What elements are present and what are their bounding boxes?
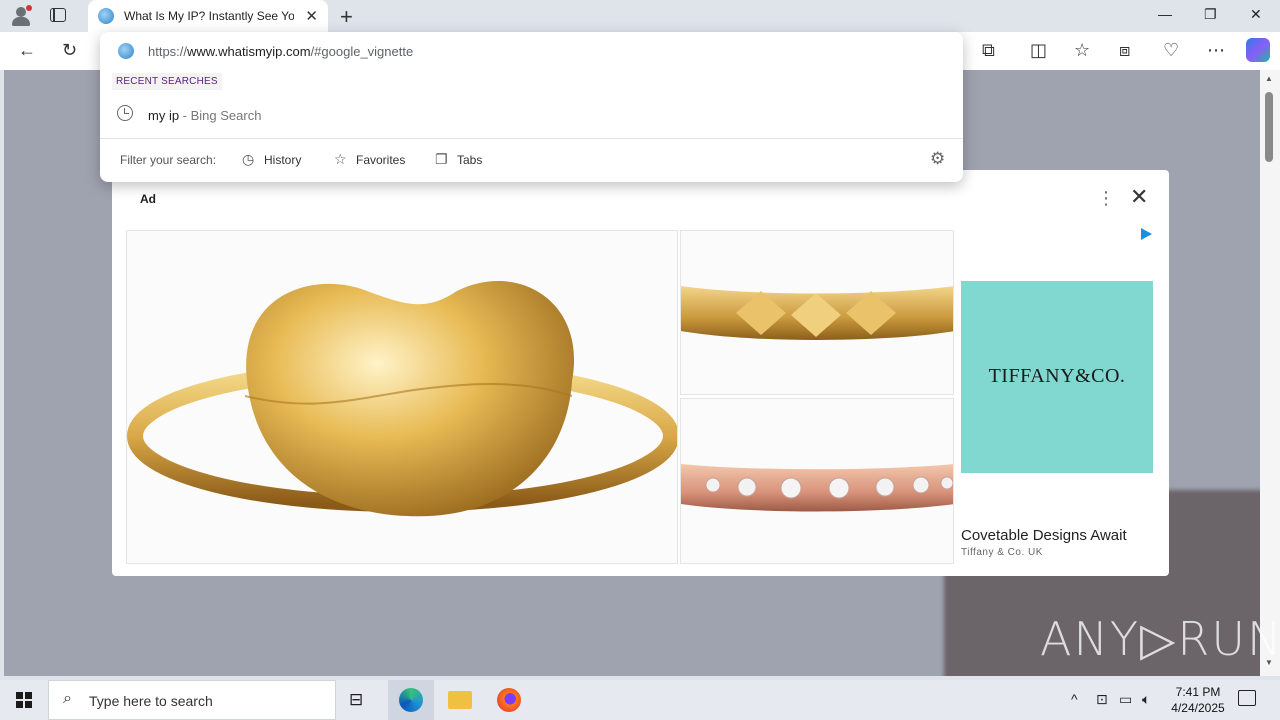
ad-label: Ad xyxy=(140,192,156,206)
clock-time: 7:41 PM xyxy=(1175,685,1221,699)
profile-avatar-icon[interactable] xyxy=(10,5,32,27)
site-favicon-icon xyxy=(98,8,114,24)
ad-headline[interactable]: Covetable Designs Await xyxy=(961,527,1127,544)
browser-tab-active[interactable]: What Is My IP? Instantly See Your ✕ xyxy=(88,0,328,32)
taskbar-search-placeholder: Type here to search xyxy=(89,693,213,709)
reload-button[interactable]: ↻ xyxy=(62,40,77,61)
network-icon[interactable]: ▭ xyxy=(1119,691,1132,708)
tab-title: What Is My IP? Instantly See Your xyxy=(124,9,294,23)
filter-favorites-button[interactable]: ☆ Favorites xyxy=(334,151,405,168)
copilot-icon[interactable] xyxy=(1246,38,1270,62)
ad-vignette-dialog: Ad ⋮ ✕ TIFFANY&CO. Covetable Designs Awa… xyxy=(112,170,1169,576)
clock-date: 4/24/2025 xyxy=(1171,701,1225,715)
more-icon[interactable]: ⋯ xyxy=(1207,40,1225,61)
tab-close-icon[interactable]: ✕ xyxy=(305,7,318,25)
back-button[interactable]: ← xyxy=(18,40,36,61)
ad-close-icon[interactable]: ✕ xyxy=(1130,184,1148,210)
file-explorer-icon[interactable] xyxy=(448,691,472,709)
notifications-icon[interactable] xyxy=(1238,690,1256,706)
minimize-button[interactable]: — xyxy=(1158,6,1172,22)
title-bar: What Is My IP? Instantly See Your ✕ + — … xyxy=(0,0,1280,32)
ad-advertiser[interactable]: Tiffany & Co. UK xyxy=(961,547,1043,558)
ad-more-icon[interactable]: ⋮ xyxy=(1097,188,1115,209)
filter-history-button[interactable]: ◷ History xyxy=(242,151,301,168)
tray-device-icon[interactable]: ⊡ xyxy=(1096,691,1108,708)
taskbar-search-box[interactable]: ⌕ Type here to search xyxy=(48,680,336,720)
performance-icon[interactable]: ♡ xyxy=(1163,40,1179,61)
system-clock[interactable]: 7:41 PM 4/24/2025 xyxy=(1160,684,1236,716)
adchoices-icon[interactable] xyxy=(1141,228,1152,240)
ad-image-bean-ring[interactable] xyxy=(126,230,678,564)
task-view-icon[interactable]: ⊟ xyxy=(349,690,373,714)
windows-taskbar: ⌕ Type here to search ⊟ ^ ⊡ ▭ 🔈︎ 7:41 PM… xyxy=(0,680,1280,720)
history-clock-icon xyxy=(117,105,133,121)
favorites-icon[interactable]: ☆ xyxy=(1074,40,1090,61)
address-bar-dropdown: https://www.whatismyip.com/#google_vigne… xyxy=(100,32,963,182)
tabs-icon: ❐ xyxy=(435,151,448,167)
new-tab-button[interactable]: + xyxy=(340,4,353,30)
suggestion-item[interactable]: my ip - Bing Search xyxy=(148,108,261,123)
split-screen-icon[interactable]: ◫ xyxy=(1030,40,1047,61)
extensions-icon[interactable]: ⧉ xyxy=(982,40,995,61)
notification-dot xyxy=(26,5,32,11)
star-icon: ☆ xyxy=(334,151,347,167)
tab-actions-icon[interactable] xyxy=(50,8,66,22)
address-bar-input[interactable]: https://www.whatismyip.com/#google_vigne… xyxy=(148,44,413,59)
search-settings-gear-icon[interactable]: ⚙ xyxy=(930,149,945,169)
vertical-scrollbar[interactable]: ▲ ▼ xyxy=(1260,70,1280,676)
ad-image-gold-band[interactable] xyxy=(680,230,954,395)
firefox-icon[interactable] xyxy=(497,688,521,712)
tiffany-logo-text: TIFFANY&CO. xyxy=(988,365,1126,387)
filter-label: Filter your search: xyxy=(120,153,217,167)
restore-button[interactable]: ❐ xyxy=(1204,6,1217,23)
collections-icon[interactable]: ⧈ xyxy=(1119,40,1130,61)
edge-taskbar-button[interactable] xyxy=(388,680,434,720)
windows-start-icon[interactable] xyxy=(16,692,32,708)
recent-searches-label: RECENT SEARCHES xyxy=(112,73,222,90)
anyrun-watermark: ANY▷RUN xyxy=(1040,612,1280,666)
ad-image-rose-gold-band[interactable] xyxy=(680,398,954,564)
filter-tabs-button[interactable]: ❐ Tabs xyxy=(435,151,482,168)
site-favicon-icon xyxy=(118,43,134,59)
tray-overflow-icon[interactable]: ^ xyxy=(1071,691,1078,707)
scrollbar-thumb[interactable] xyxy=(1265,92,1273,162)
dropdown-divider xyxy=(100,138,963,139)
search-icon: ⌕ xyxy=(63,690,72,707)
history-icon: ◷ xyxy=(242,151,255,167)
scroll-up-icon[interactable]: ▲ xyxy=(1265,74,1273,83)
edge-icon xyxy=(399,688,423,712)
close-window-button[interactable]: ✕ xyxy=(1250,6,1262,23)
volume-icon[interactable]: 🔈︎ xyxy=(1142,691,1150,708)
tiffany-logo[interactable]: TIFFANY&CO. xyxy=(961,281,1153,473)
